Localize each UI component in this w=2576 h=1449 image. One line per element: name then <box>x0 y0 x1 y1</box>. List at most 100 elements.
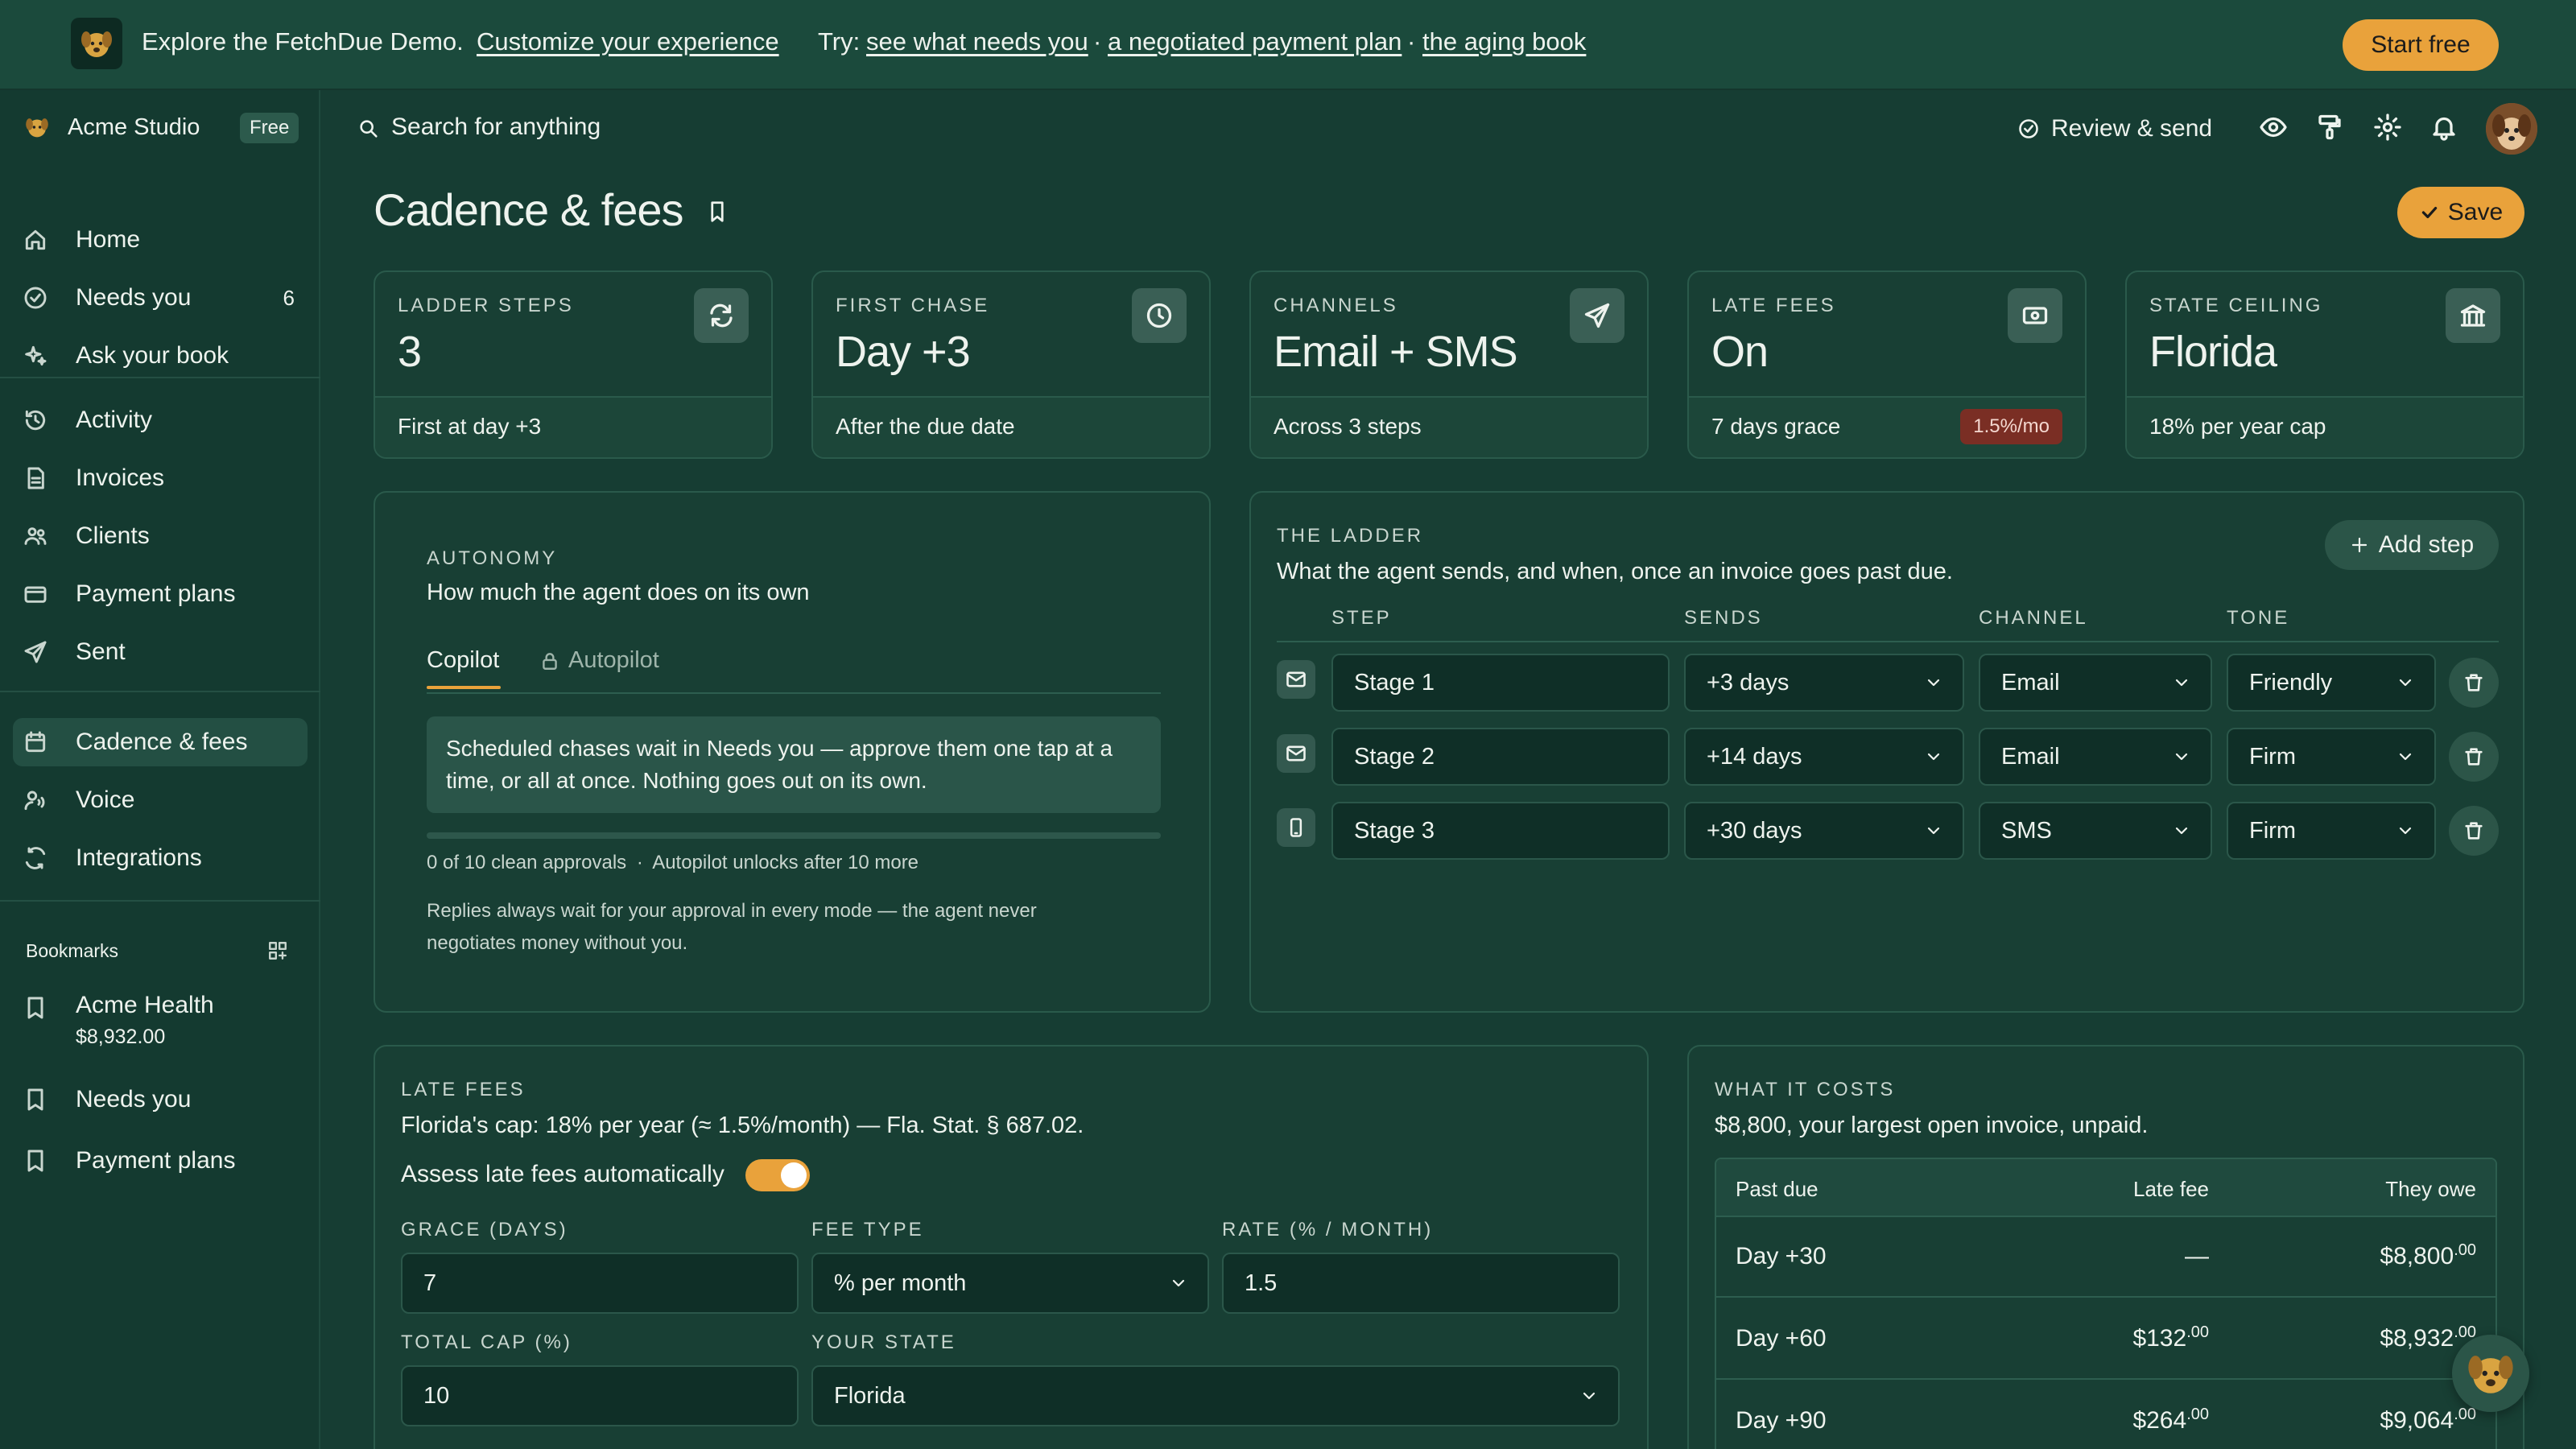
review-send-label: Review & send <box>2051 115 2213 142</box>
sends-select[interactable]: +3 days <box>1684 654 1964 712</box>
sidebar-item-invoices[interactable]: Invoices <box>13 454 308 502</box>
bell-icon[interactable] <box>2429 113 2458 142</box>
save-button[interactable]: Save <box>2397 187 2524 238</box>
select-value: Email <box>2001 743 2060 770</box>
sidebar-item-activity[interactable]: Activity <box>13 396 308 444</box>
state-select[interactable]: Florida <box>811 1365 1620 1426</box>
bookmark-label: Payment plans <box>76 1147 236 1174</box>
workspace-name[interactable]: Acme Studio <box>68 114 200 141</box>
field-label: YOUR STATE <box>811 1331 956 1353</box>
column-header: Late fee <box>2133 1177 2209 1201</box>
section-label: LATE FEES <box>401 1079 526 1100</box>
rate-input[interactable]: 1.5 <box>1222 1253 1620 1314</box>
stat-foot: 18% per year cap <box>2149 414 2326 439</box>
bookmark-needs-you[interactable]: Needs you <box>13 1075 308 1124</box>
try-link-aging-book[interactable]: the aging book <box>1422 27 1586 56</box>
field-label: GRACE (DAYS) <box>401 1219 568 1241</box>
chevron-down-icon <box>2175 753 2188 761</box>
customize-link[interactable]: Customize your experience <box>477 27 779 56</box>
sends-select[interactable]: +14 days <box>1684 728 1964 786</box>
tone-select[interactable]: Friendly <box>2227 654 2436 712</box>
chevron-down-icon <box>1927 679 1940 687</box>
tab-copilot[interactable]: Copilot <box>427 647 499 674</box>
bookmark-acme-health[interactable]: Acme Health $8,932.00 <box>13 985 308 1056</box>
tab-autopilot[interactable]: Autopilot <box>539 647 659 674</box>
plus-icon <box>2351 537 2367 553</box>
late-fees-panel: LATE FEES Florida's cap: 18% per year (≈… <box>374 1045 1649 1449</box>
home-icon <box>25 229 46 250</box>
late-fee-cell: $132.00 <box>2132 1323 2209 1352</box>
tone-select[interactable]: Firm <box>2227 802 2436 860</box>
sidebar-item-sent[interactable]: Sent <box>13 628 308 676</box>
auto-fee-toggle[interactable] <box>745 1159 810 1191</box>
users-icon <box>24 527 47 545</box>
divider <box>427 692 1161 694</box>
gear-icon[interactable] <box>2373 113 2402 142</box>
delete-step-button[interactable] <box>2449 806 2499 856</box>
sidebar-item-label: Needs you <box>76 284 192 311</box>
bookmark-icon <box>27 1150 43 1172</box>
stat-foot: First at day +3 <box>398 414 542 439</box>
column-header: SENDS <box>1684 607 1763 629</box>
save-label: Save <box>2447 199 2504 225</box>
sidebar-item-cadence-fees[interactable]: Cadence & fees <box>13 718 308 766</box>
sidebar-item-clients[interactable]: Clients <box>13 512 308 560</box>
eye-icon[interactable] <box>2259 113 2288 142</box>
auto-fee-label: Assess late fees automatically <box>401 1161 724 1187</box>
delete-step-button[interactable] <box>2449 732 2499 782</box>
tone-select[interactable]: Firm <box>2227 728 2436 786</box>
mail-icon <box>1277 660 1315 699</box>
sidebar-item-integrations[interactable]: Integrations <box>13 834 308 882</box>
step-name-input[interactable]: Stage 2 <box>1331 728 1670 786</box>
bookmark-icon[interactable] <box>705 200 729 224</box>
try-link-needs-you[interactable]: see what needs you <box>866 27 1088 56</box>
start-free-button[interactable]: Start free <box>2343 19 2499 71</box>
stat-label: FIRST CHASE <box>836 295 990 316</box>
try-link-payment-plan[interactable]: a negotiated payment plan <box>1108 27 1402 56</box>
repeat-icon <box>694 288 749 343</box>
divider <box>0 691 320 692</box>
total-cap-input[interactable]: 10 <box>401 1365 799 1426</box>
add-step-button[interactable]: Add step <box>2325 520 2499 570</box>
step-name-input[interactable]: Stage 3 <box>1331 802 1670 860</box>
sidebar-item-payment-plans[interactable]: Payment plans <box>13 570 308 618</box>
sidebar-item-label: Home <box>76 226 141 253</box>
chevron-down-icon <box>1172 1279 1185 1287</box>
review-send-button[interactable]: Review & send <box>2017 111 2212 147</box>
delete-step-button[interactable] <box>2449 658 2499 708</box>
sidebar-item-needs-you[interactable]: Needs you 6 <box>13 274 308 322</box>
channel-select[interactable]: Email <box>1979 728 2212 786</box>
step-name-input[interactable]: Stage 1 <box>1331 654 1670 712</box>
page-title: Cadence & fees <box>374 184 683 235</box>
assistant-dog-button[interactable] <box>2452 1335 2529 1412</box>
stat-label: CHANNELS <box>1274 295 1398 316</box>
grace-days-input[interactable]: 7 <box>401 1253 799 1314</box>
send-icon <box>1570 288 1624 343</box>
plan-badge: Free <box>240 113 299 143</box>
tab-indicator <box>427 686 501 689</box>
select-value: Firm <box>2249 743 2296 770</box>
dog-icon <box>2468 1356 2513 1393</box>
chevron-down-icon <box>2399 827 2412 835</box>
chevron-down-icon <box>2175 679 2188 687</box>
sidebar-item-home[interactable]: Home <box>13 216 308 264</box>
bookmark-payment-plans[interactable]: Payment plans <box>13 1137 308 1185</box>
sends-select[interactable]: +30 days <box>1684 802 1964 860</box>
select-value: +14 days <box>1707 743 1802 770</box>
stat-foot: 7 days grace <box>1711 414 1841 439</box>
search-input[interactable]: Search for anything <box>391 114 601 141</box>
sidebar-item-ask-your-book[interactable]: Ask your book <box>13 332 308 380</box>
avatar[interactable] <box>2486 103 2537 155</box>
sidebar-item-voice[interactable]: Voice <box>13 776 308 824</box>
paint-roller-icon[interactable] <box>2315 113 2344 142</box>
bookmark-icon <box>27 1088 43 1111</box>
channel-select[interactable]: SMS <box>1979 802 2212 860</box>
dog-logo-icon <box>71 18 122 69</box>
stat-card-channels: CHANNELS Email + SMS Across 3 steps <box>1249 270 1649 459</box>
section-desc: How much the agent does on its own <box>427 580 810 605</box>
select-value: +30 days <box>1707 817 1802 844</box>
add-bookmark-icon[interactable] <box>267 940 288 961</box>
fee-type-select[interactable]: % per month <box>811 1253 1209 1314</box>
channel-select[interactable]: Email <box>1979 654 2212 712</box>
select-value: Friendly <box>2249 669 2333 696</box>
